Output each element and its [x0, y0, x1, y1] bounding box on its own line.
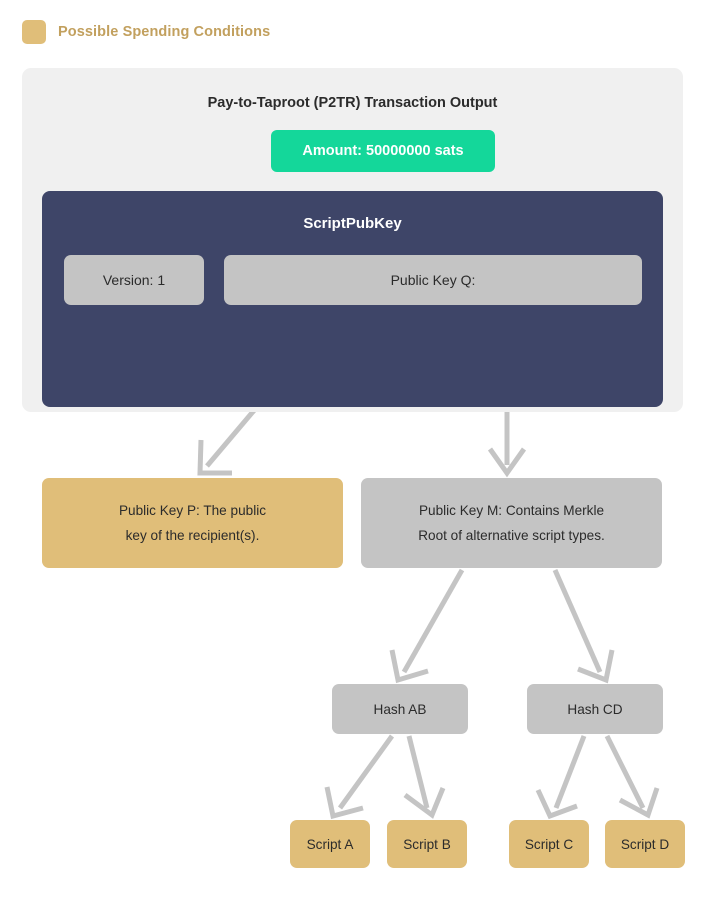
- arrow-hashcd-to-scriptd-head: [618, 787, 660, 819]
- arrow-q-to-m-head: [487, 447, 527, 478]
- arrow-hashcd-to-scriptd: [604, 734, 646, 810]
- node-hash-ab: Hash AB: [332, 684, 468, 734]
- arrow-hashab-to-scripta-head: [324, 786, 364, 820]
- node-public-key-p-line1: Public Key P: The public: [118, 503, 267, 518]
- node-script-b: Script B: [387, 820, 467, 868]
- arrow-hashcd-to-scriptc: [553, 735, 587, 809]
- arrow-hashab-to-scriptb-head: [403, 787, 446, 819]
- node-hash-cd: Hash CD: [527, 684, 663, 734]
- node-public-key-m-line1: Public Key M: Contains Merkle: [418, 503, 605, 518]
- node-script-c: Script C: [509, 820, 589, 868]
- version-field: Version: 1: [64, 255, 204, 305]
- node-public-key-p-line2: key of the recipient(s).: [125, 528, 260, 543]
- arrow-m-to-hashcd-head: [577, 649, 615, 684]
- legend: Possible Spending Conditions: [22, 20, 270, 44]
- node-script-a: Script A: [290, 820, 370, 868]
- transaction-output-card: Pay-to-Taproot (P2TR) Transaction Output…: [22, 68, 683, 412]
- legend-label: Possible Spending Conditions: [58, 24, 271, 40]
- arrow-m-to-hashcd: [552, 568, 603, 674]
- arrow-hashcd-to-scriptc-head: [535, 788, 578, 820]
- node-public-key-p: Public Key P: The public key of the reci…: [42, 478, 343, 568]
- arrow-q-to-p-head: [197, 439, 232, 476]
- node-public-key-m: Public Key M: Contains Merkle Root of al…: [361, 478, 662, 568]
- arrow-hashab-to-scriptb: [406, 735, 430, 809]
- page-title: Pay-to-Taproot (P2TR) Transaction Output: [207, 95, 498, 111]
- arrow-hashab-to-scripta: [337, 734, 395, 810]
- arrow-m-to-hashab: [401, 568, 465, 674]
- amount-badge: Amount: 50000000 sats: [271, 130, 495, 172]
- scriptpubkey-title: ScriptPubKey: [303, 215, 402, 232]
- public-key-q-field: Public Key Q:: [224, 255, 642, 305]
- arrow-m-to-hashab-head: [389, 649, 429, 684]
- legend-color-swatch: [22, 20, 46, 44]
- node-public-key-m-line2: Root of alternative script types.: [418, 528, 605, 543]
- node-script-d: Script D: [605, 820, 685, 868]
- scriptpubkey-box: ScriptPubKey Version: 1 Public Key Q:: [42, 191, 663, 407]
